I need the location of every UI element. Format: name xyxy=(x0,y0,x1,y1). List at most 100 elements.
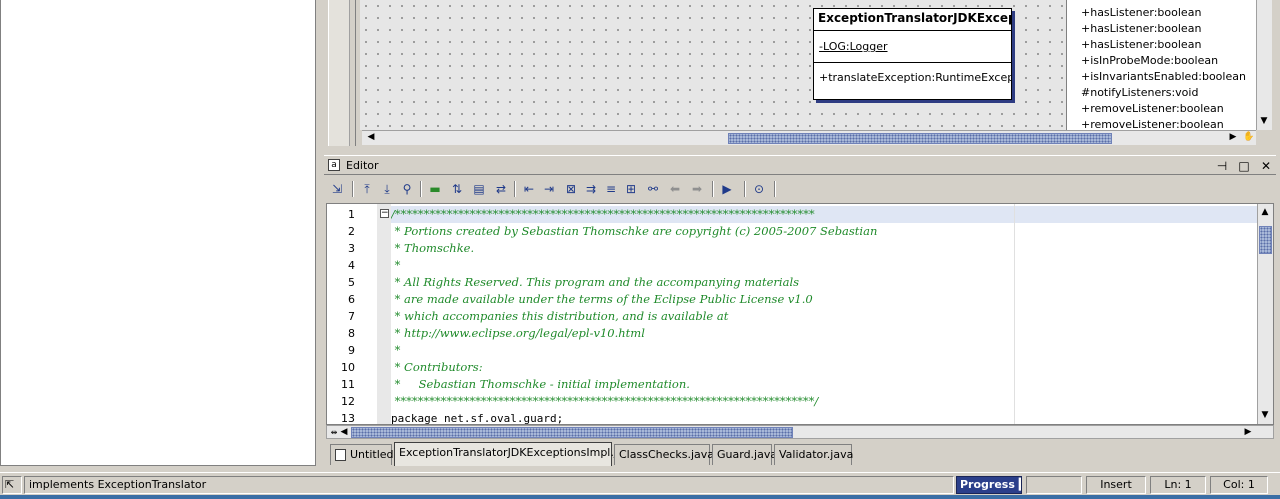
code-line[interactable]: * Thomschke. xyxy=(391,240,475,257)
line-number: 3 xyxy=(348,242,355,255)
line-number: 1 xyxy=(348,208,355,221)
status-icon: ⇱ xyxy=(2,476,22,494)
forward-arrow-icon[interactable]: ➡ xyxy=(688,180,706,198)
edit-mode[interactable]: Insert xyxy=(1086,476,1146,494)
tab-exception-translator[interactable]: ExceptionTranslatorJDKExceptionsImpl.jav… xyxy=(394,442,637,466)
shift-right-icon[interactable]: ⇥ xyxy=(540,180,558,198)
line-number: 4 xyxy=(348,259,355,272)
format-icon[interactable]: ≡ xyxy=(602,180,620,198)
scroll-thumb[interactable] xyxy=(1259,226,1272,254)
diagram-horizontal-scrollbar[interactable]: ◀ ▶ ✋ xyxy=(362,130,1256,145)
uml-class-attribute: -LOG:Logger xyxy=(814,31,1011,63)
scroll-down-arrow-icon[interactable]: ▼ xyxy=(1258,409,1272,422)
code-line[interactable]: * Sebastian Thomschke - initial implemen… xyxy=(391,376,690,393)
find-selection-icon[interactable]: ⚲ xyxy=(398,180,416,198)
line-number: 2 xyxy=(348,225,355,238)
member-item[interactable]: +hasListener:boolean xyxy=(1067,5,1256,21)
code-line[interactable]: package net.sf.oval.guard; xyxy=(391,410,563,424)
uml-class-name: ExceptionTranslatorJDKExcept... xyxy=(814,9,1011,31)
shift-left-icon[interactable]: ⇤ xyxy=(520,180,538,198)
pin-icon[interactable]: ⊣ xyxy=(1214,158,1230,174)
editor-icon: a xyxy=(328,159,340,171)
member-item[interactable]: +isInProbeMode:boolean xyxy=(1067,53,1256,69)
editor-titlebar: a Editor ⊣ □ ✕ xyxy=(324,155,1276,175)
code-line[interactable]: * All Rights Reserved. This program and … xyxy=(391,274,799,291)
column-indicator: Col: 1 xyxy=(1210,476,1268,494)
editor-vertical-scrollbar[interactable]: ▲ ▼ xyxy=(1257,204,1273,424)
bookmark-list-icon[interactable]: ⇄ xyxy=(492,180,510,198)
line-number-gutter: 1 2 3 4 5 6 7 8 9 10 11 12 13 xyxy=(327,204,377,425)
tab-untitled[interactable]: Untitled xyxy=(330,444,394,465)
project-explorer-panel xyxy=(0,0,316,466)
uncomment-icon[interactable]: ⇉ xyxy=(582,180,600,198)
code-text[interactable]: /***************************************… xyxy=(391,204,1257,424)
scroll-right-arrow-icon[interactable]: ▶ xyxy=(1241,426,1255,439)
line-number: 7 xyxy=(348,310,355,323)
back-arrow-icon[interactable]: ⬅ xyxy=(666,180,684,198)
add-bookmark-icon[interactable]: ▬ xyxy=(426,180,444,198)
scroll-up-arrow-icon[interactable]: ▲ xyxy=(1258,206,1272,219)
record-macro-icon[interactable]: ⊙ xyxy=(750,180,768,198)
member-item[interactable]: #notifyListeners:void xyxy=(1067,85,1256,101)
right-margin-line xyxy=(1014,204,1015,424)
next-bookmark-icon[interactable]: ⇅ xyxy=(448,180,466,198)
tab-guard[interactable]: Guard.java xyxy=(712,444,777,465)
members-vertical-scrollbar[interactable]: ▼ xyxy=(1256,0,1272,130)
code-line[interactable]: /***************************************… xyxy=(391,206,815,223)
line-number: 8 xyxy=(348,327,355,340)
member-item[interactable]: +hasListener:boolean xyxy=(1067,37,1256,53)
run-macro-icon[interactable]: ▶ xyxy=(718,180,736,198)
code-line[interactable]: * Contributors: xyxy=(391,359,483,376)
line-number: 11 xyxy=(341,378,355,391)
code-editor[interactable]: 1 2 3 4 5 6 7 8 9 10 11 12 13 − /*******************… xyxy=(326,203,1274,425)
code-line[interactable]: ****************************************… xyxy=(391,393,819,410)
tab-class-checks[interactable]: ClassChecks.java xyxy=(614,444,714,465)
code-line[interactable]: * xyxy=(391,342,401,359)
member-item[interactable]: +removeListener:boolean xyxy=(1067,117,1256,130)
status-empty-cell xyxy=(1026,476,1082,494)
scroll-thumb[interactable] xyxy=(728,133,1112,144)
maximize-icon[interactable]: □ xyxy=(1236,158,1252,174)
code-line[interactable]: * are made available under the terms of … xyxy=(391,291,813,308)
status-message: implements ExceptionTranslator xyxy=(24,476,954,494)
taskbar-edge xyxy=(0,495,1280,499)
line-number: 9 xyxy=(348,344,355,357)
find-next-icon[interactable]: ⤓ xyxy=(378,180,396,198)
pan-hand-icon[interactable]: ✋ xyxy=(1242,131,1256,144)
status-bar: ⇱ implements ExceptionTranslator Progres… xyxy=(0,472,1280,496)
comment-icon[interactable]: ⊠ xyxy=(562,180,580,198)
member-item[interactable]: +hasListener:boolean xyxy=(1067,21,1256,37)
member-item[interactable]: +removeListener:boolean xyxy=(1067,101,1256,117)
file-icon xyxy=(335,449,346,461)
tab-validator[interactable]: Validator.java xyxy=(774,444,853,465)
toggle-bookmark-icon[interactable]: ▤ xyxy=(470,180,488,198)
find-previous-icon[interactable]: ⤒ xyxy=(358,180,376,198)
editor-toolbar: ⇲ ⤒ ⤓ ⚲ ▬ ⇅ ▤ ⇄ ⇤ ⇥ ⊠ ⇉ ≡ ⊞ ⚯ ⬅ ➡ ▶ ⊙ xyxy=(324,176,1276,202)
line-number: 6 xyxy=(348,293,355,306)
code-line[interactable]: * http://www.eclipse.org/legal/epl-v10.h… xyxy=(391,325,645,342)
insert-code-icon[interactable]: ⊞ xyxy=(622,180,640,198)
scroll-thumb[interactable] xyxy=(351,427,793,438)
editor-horizontal-scrollbar[interactable]: ⇹ ◀ ▶ xyxy=(326,425,1274,439)
line-number: 12 xyxy=(341,395,355,408)
member-item[interactable]: +isInvariantsEnabled:boolean xyxy=(1067,69,1256,85)
navigate-icon[interactable]: ⇲ xyxy=(328,180,346,198)
fold-collapse-icon[interactable]: − xyxy=(380,209,389,218)
class-members-list: +hasListener:boolean +hasListener:boolea… xyxy=(1066,0,1256,130)
scroll-left-arrow-icon[interactable]: ◀ xyxy=(337,426,351,439)
close-icon[interactable]: ✕ xyxy=(1258,158,1274,174)
diagram-ruler xyxy=(322,0,356,146)
line-number: 10 xyxy=(341,361,355,374)
code-line[interactable]: * Portions created by Sebastian Thomschk… xyxy=(391,223,878,240)
fold-gutter: − xyxy=(377,204,391,424)
line-indicator: Ln: 1 xyxy=(1150,476,1206,494)
uml-class-operation: +translateException:RuntimeExcep xyxy=(819,71,1011,84)
uml-class-box[interactable]: ExceptionTranslatorJDKExcept... -LOG:Log… xyxy=(813,8,1012,100)
binoculars-icon[interactable]: ⚯ xyxy=(644,180,662,198)
scroll-down-arrow-icon[interactable]: ▼ xyxy=(1257,115,1271,128)
scroll-left-arrow-icon[interactable]: ◀ xyxy=(364,131,378,144)
editor-tab-strip: Untitled ExceptionTranslatorJDKException… xyxy=(326,442,1274,466)
scroll-right-arrow-icon[interactable]: ▶ xyxy=(1226,131,1240,144)
code-line[interactable]: * xyxy=(391,257,401,274)
code-line[interactable]: * which accompanies this distribution, a… xyxy=(391,308,729,325)
